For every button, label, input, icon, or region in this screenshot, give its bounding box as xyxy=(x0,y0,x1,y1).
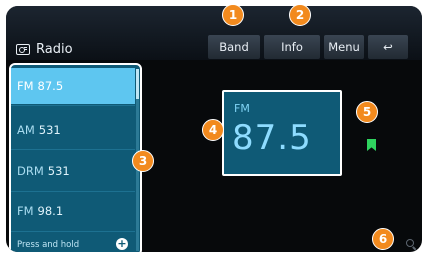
search-icon[interactable] xyxy=(406,239,414,247)
add-preset-icon[interactable]: + xyxy=(116,238,128,250)
frequency-display: FM 87.5 xyxy=(222,90,342,176)
preset-frequency: 87.5 xyxy=(37,79,64,93)
back-icon: ↩ xyxy=(383,40,393,54)
divider xyxy=(11,105,135,106)
callout-6: 6 xyxy=(372,228,394,250)
header-title-area: Radio xyxy=(16,42,73,57)
info-button[interactable]: Info xyxy=(264,35,320,59)
preset-band: FM xyxy=(17,204,34,218)
callout-2: 2 xyxy=(289,4,311,26)
preset-frequency: 98.1 xyxy=(37,204,64,218)
preset-item-1[interactable]: FM 87.5 xyxy=(11,68,135,104)
band-button[interactable]: Band xyxy=(208,35,260,59)
current-frequency: 87.5 xyxy=(232,118,312,158)
callout-1: 1 xyxy=(222,4,244,26)
preset-list[interactable]: FM 87.5 AM 531 DRM 531 FM 98.1 Press and… xyxy=(9,63,142,252)
preset-band: DRM xyxy=(17,164,44,178)
preset-item-3[interactable]: DRM 531 xyxy=(11,153,135,189)
scrollbar-thumb[interactable] xyxy=(136,69,139,99)
callout-4: 4 xyxy=(202,119,224,141)
callout-5: 5 xyxy=(356,101,378,123)
divider xyxy=(11,149,135,150)
preset-item-2[interactable]: AM 531 xyxy=(11,112,135,148)
page-title: Radio xyxy=(36,42,73,57)
divider xyxy=(11,231,135,232)
preset-band: FM xyxy=(17,79,34,93)
preset-item-4[interactable]: FM 98.1 xyxy=(11,193,135,229)
callout-3: 3 xyxy=(132,150,154,172)
back-button[interactable]: ↩ xyxy=(368,35,408,59)
radio-icon xyxy=(16,44,30,55)
menu-button[interactable]: Menu xyxy=(324,35,364,59)
current-band: FM xyxy=(234,102,250,115)
preset-frequency: 531 xyxy=(38,123,61,137)
preset-band: AM xyxy=(17,123,35,137)
divider xyxy=(11,191,135,192)
bookmark-icon[interactable] xyxy=(367,139,376,151)
preset-frequency: 531 xyxy=(47,164,70,178)
press-and-hold-hint: Press and hold xyxy=(17,240,80,250)
